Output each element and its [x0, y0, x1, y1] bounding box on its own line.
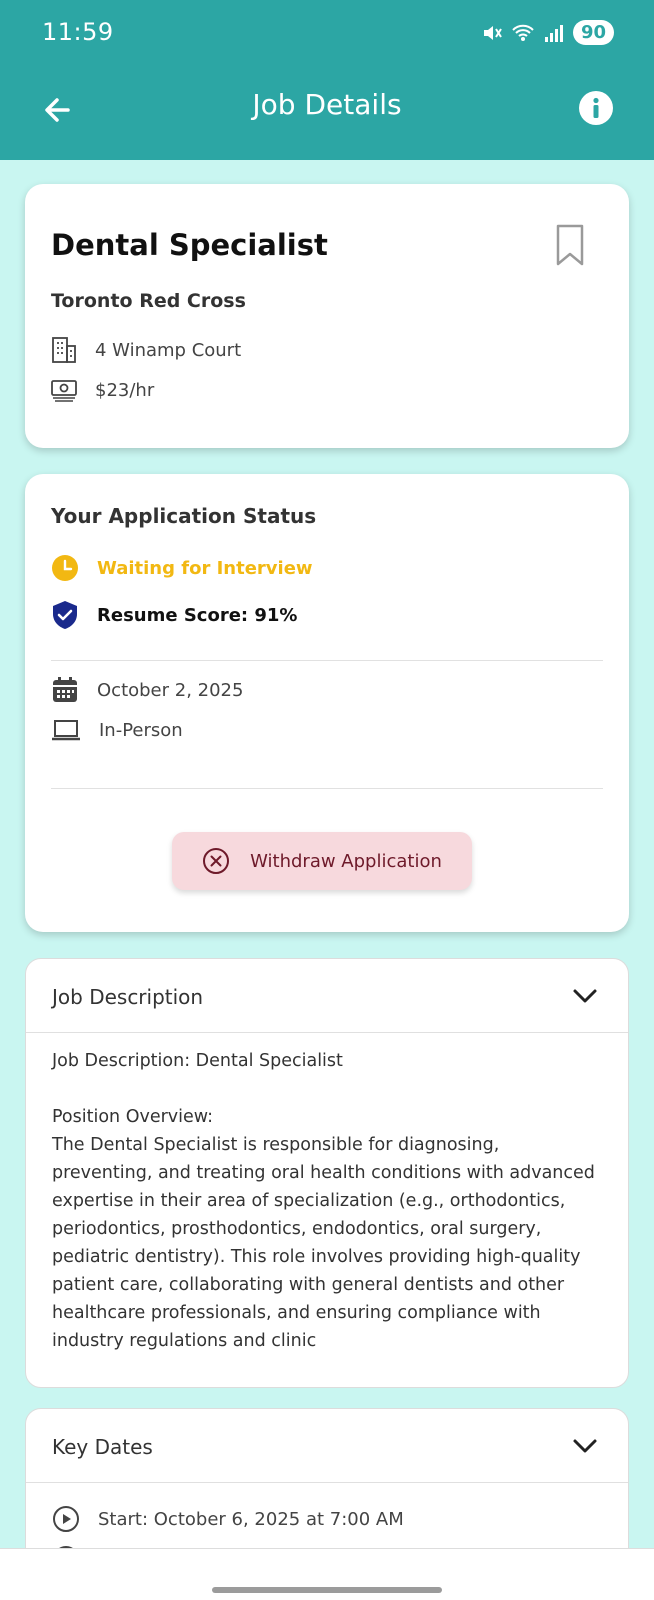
- clock-icon: [52, 555, 78, 581]
- close-circle-icon: [203, 848, 230, 874]
- withdraw-application-button[interactable]: Withdraw Application: [172, 832, 472, 890]
- status-time: 11:59: [42, 18, 114, 46]
- bookmark-icon[interactable]: [555, 224, 585, 266]
- shield-check-icon: [53, 601, 77, 629]
- date-row: October 2, 2025: [51, 676, 243, 704]
- system-navigation-bar: [0, 1548, 654, 1600]
- job-description-text: Job Description: Dental Specialist Posit…: [52, 1051, 595, 1351]
- interview-mode: In-Person: [99, 719, 183, 741]
- key-dates-header[interactable]: Key Dates: [26, 1409, 628, 1483]
- job-summary-card: Dental Specialist Toronto Red Cross 4 Wi…: [25, 184, 629, 448]
- info-icon[interactable]: [578, 90, 614, 126]
- calendar-icon: [53, 677, 77, 702]
- chevron-down-icon[interactable]: [572, 985, 598, 1005]
- mode-row: In-Person: [51, 718, 183, 742]
- resume-score-row: Resume Score: 91%: [51, 600, 297, 630]
- page-title: Job Details: [252, 88, 402, 121]
- job-address: 4 Winamp Court: [95, 339, 242, 361]
- chevron-down-icon[interactable]: [572, 1435, 598, 1455]
- start-date: Start: October 6, 2025 at 7:00 AM: [98, 1508, 404, 1530]
- application-status: Waiting for Interview: [97, 557, 313, 579]
- withdraw-label: Withdraw Application: [250, 850, 442, 872]
- job-description-header[interactable]: Job Description: [26, 959, 628, 1033]
- job-description-accordion: Job Description Job Description: Dental …: [25, 958, 629, 1388]
- job-pay: $23/hr: [95, 379, 155, 401]
- pay-row: $23/hr: [51, 378, 154, 402]
- play-circle-icon: [53, 1506, 79, 1532]
- status-icons: 90: [481, 20, 614, 45]
- mute-icon: [483, 25, 502, 40]
- home-indicator[interactable]: [212, 1587, 442, 1593]
- wifi-icon: [512, 24, 534, 41]
- start-date-row: Start: October 6, 2025 at 7:00 AM: [52, 1505, 404, 1533]
- signal-icon: [544, 24, 563, 42]
- app-bar: Job Details: [0, 60, 654, 160]
- divider: [51, 788, 603, 789]
- key-dates-heading: Key Dates: [52, 1435, 153, 1459]
- application-date: October 2, 2025: [97, 679, 244, 701]
- status-bar: 11:59 90: [0, 0, 654, 60]
- application-status-card: Your Application Status Waiting for Inte…: [25, 474, 629, 932]
- battery-indicator: 90: [572, 20, 614, 45]
- money-icon: [51, 380, 77, 402]
- application-status-heading: Your Application Status: [51, 504, 317, 528]
- resume-score: Resume Score: 91%: [97, 604, 298, 626]
- building-icon: [52, 337, 76, 363]
- company-name: Toronto Red Cross: [51, 290, 246, 312]
- job-title: Dental Specialist: [51, 228, 328, 262]
- job-description-heading: Job Description: [52, 985, 204, 1009]
- divider: [51, 660, 603, 661]
- laptop-icon: [52, 720, 80, 741]
- address-row: 4 Winamp Court: [51, 336, 241, 364]
- status-row: Waiting for Interview: [51, 554, 313, 582]
